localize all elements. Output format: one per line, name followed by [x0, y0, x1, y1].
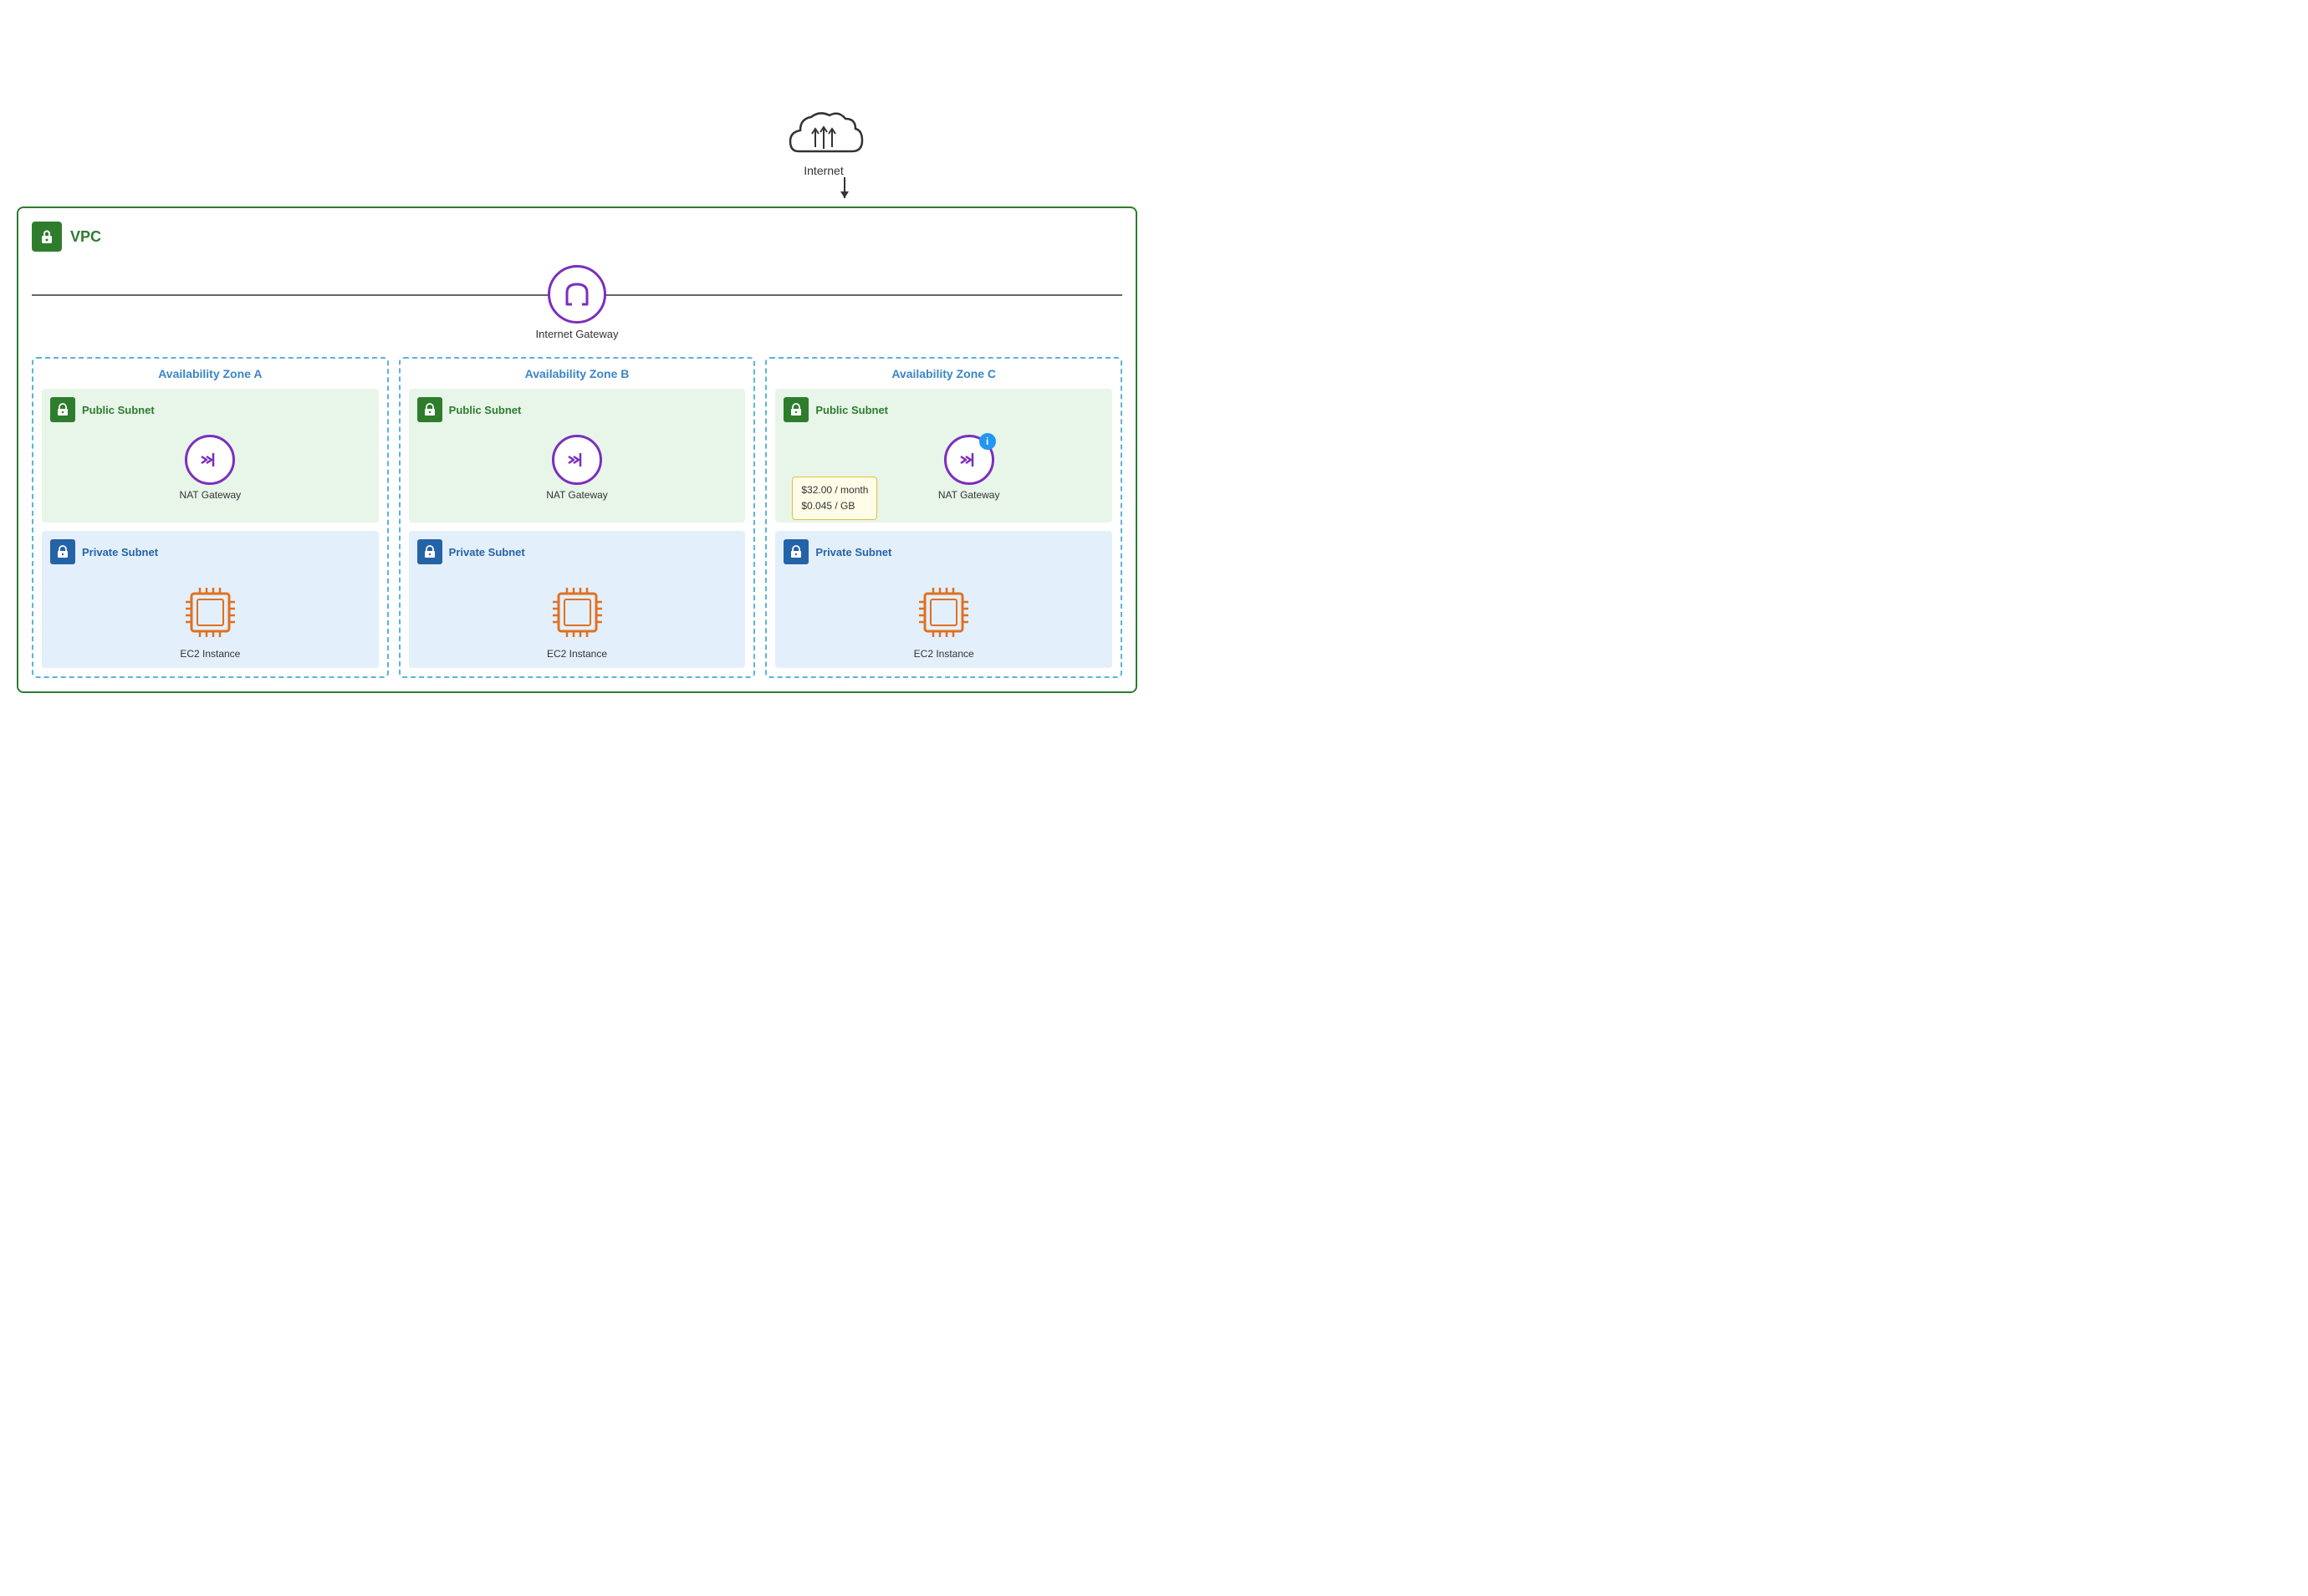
- pricing-line2: $0.045 / GB: [801, 498, 868, 514]
- az-a-private-subnet-label: Private Subnet: [82, 546, 158, 558]
- nat-router-icon: [195, 445, 225, 475]
- az-a-ec2-wrapper: EC2 Instance: [50, 581, 370, 660]
- az-c-title: Availability Zone C: [775, 367, 1112, 380]
- az-b-public-icon: [417, 397, 442, 422]
- diagram-wrapper: Internet VPC: [17, 105, 1137, 693]
- nat-router-b-icon: [562, 445, 592, 475]
- az-a-private-subnet: Private Subnet: [42, 531, 379, 668]
- az-b-ec2-wrapper: EC2 Instance: [417, 581, 738, 660]
- az-c-private-subnet: Private Subnet: [775, 531, 1112, 668]
- internet-cloud-icon: [782, 105, 866, 164]
- vpc-icon: [32, 222, 62, 252]
- az-a-nat-icon: [185, 435, 235, 485]
- az-a-public-subnet: Public Subnet: [42, 389, 379, 523]
- az-c-ec2-icon: [912, 581, 975, 644]
- lock-green-b-icon: [422, 402, 437, 417]
- az-b-public-subnet: Public Subnet: [409, 389, 746, 523]
- az-c-private-icon: [784, 539, 809, 564]
- az-a-nat-label: NAT Gateway: [180, 489, 242, 501]
- internet-section: Internet: [17, 105, 1137, 198]
- lock-blue-icon: [55, 544, 70, 559]
- az-c-ec2-wrapper: EC2 Instance: [784, 581, 1104, 660]
- az-c-public-icon: [784, 397, 809, 422]
- igw-row: Internet Gateway: [32, 265, 1122, 340]
- az-a-private-label-row: Private Subnet: [50, 539, 370, 564]
- az-c-nat-label: NAT Gateway: [938, 489, 1000, 501]
- az-a-ec2-label: EC2 Instance: [180, 648, 240, 660]
- az-c-public-subnet-label: Public Subnet: [815, 404, 888, 416]
- az-a-container: Availability Zone A Public Subnet: [32, 357, 389, 678]
- lock-blue-b-icon: [422, 544, 437, 559]
- igw-label: Internet Gateway: [536, 328, 619, 340]
- vpc-title: VPC: [70, 228, 101, 246]
- az-a-public-subnet-label: Public Subnet: [82, 404, 155, 416]
- az-c-private-label-row: Private Subnet: [784, 539, 1104, 564]
- az-b-private-icon: [417, 539, 442, 564]
- pricing-line1: $32.00 / month: [801, 482, 868, 498]
- az-b-private-label-row: Private Subnet: [417, 539, 738, 564]
- lock-green-icon: [55, 402, 70, 417]
- az-c-container: Availability Zone C Public Subnet: [765, 357, 1122, 678]
- az-b-ec2-label: EC2 Instance: [547, 648, 607, 660]
- info-badge: i: [979, 433, 996, 450]
- az-c-public-label-row: Public Subnet: [784, 397, 1104, 422]
- az-c-public-subnet: Public Subnet $32.00 / month $0.045 / GB: [775, 389, 1112, 523]
- lock-icon: [38, 227, 56, 246]
- az-b-nat-icon: [552, 435, 602, 485]
- az-b-public-subnet-label: Public Subnet: [449, 404, 522, 416]
- pricing-tooltip: $32.00 / month $0.045 / GB: [792, 477, 877, 520]
- az-c-private-subnet-label: Private Subnet: [815, 546, 891, 558]
- az-b-private-subnet-label: Private Subnet: [449, 546, 525, 558]
- igw-icon: [548, 265, 606, 324]
- az-b-ec2-icon: [546, 581, 609, 644]
- az-c-nat-icon: i: [944, 435, 994, 485]
- az-c-ec2-label: EC2 Instance: [914, 648, 974, 660]
- az-a-ec2-icon: [179, 581, 242, 644]
- az-a-public-icon: [50, 397, 75, 422]
- az-b-private-subnet: Private Subnet: [409, 531, 746, 668]
- az-a-private-icon: [50, 539, 75, 564]
- az-b-public-label-row: Public Subnet: [417, 397, 738, 422]
- az-a-title: Availability Zone A: [42, 367, 379, 380]
- az-a-public-label-row: Public Subnet: [50, 397, 370, 422]
- lock-blue-c-icon: [789, 544, 804, 559]
- vpc-label-row: VPC: [32, 222, 1122, 252]
- vpc-container: VPC Internet Gateway: [17, 207, 1137, 693]
- az-b-container: Availability Zone B Public Subnet: [399, 357, 756, 678]
- igw-arch-icon: [560, 278, 594, 311]
- internet-label: Internet: [804, 164, 843, 177]
- lock-green-c-icon: [789, 402, 804, 417]
- az-b-nat-label: NAT Gateway: [546, 489, 608, 501]
- igw-wrapper: Internet Gateway: [536, 265, 619, 340]
- zones-row: Availability Zone A Public Subnet: [32, 357, 1122, 678]
- az-b-title: Availability Zone B: [409, 367, 746, 380]
- nat-router-c-icon: [954, 445, 984, 475]
